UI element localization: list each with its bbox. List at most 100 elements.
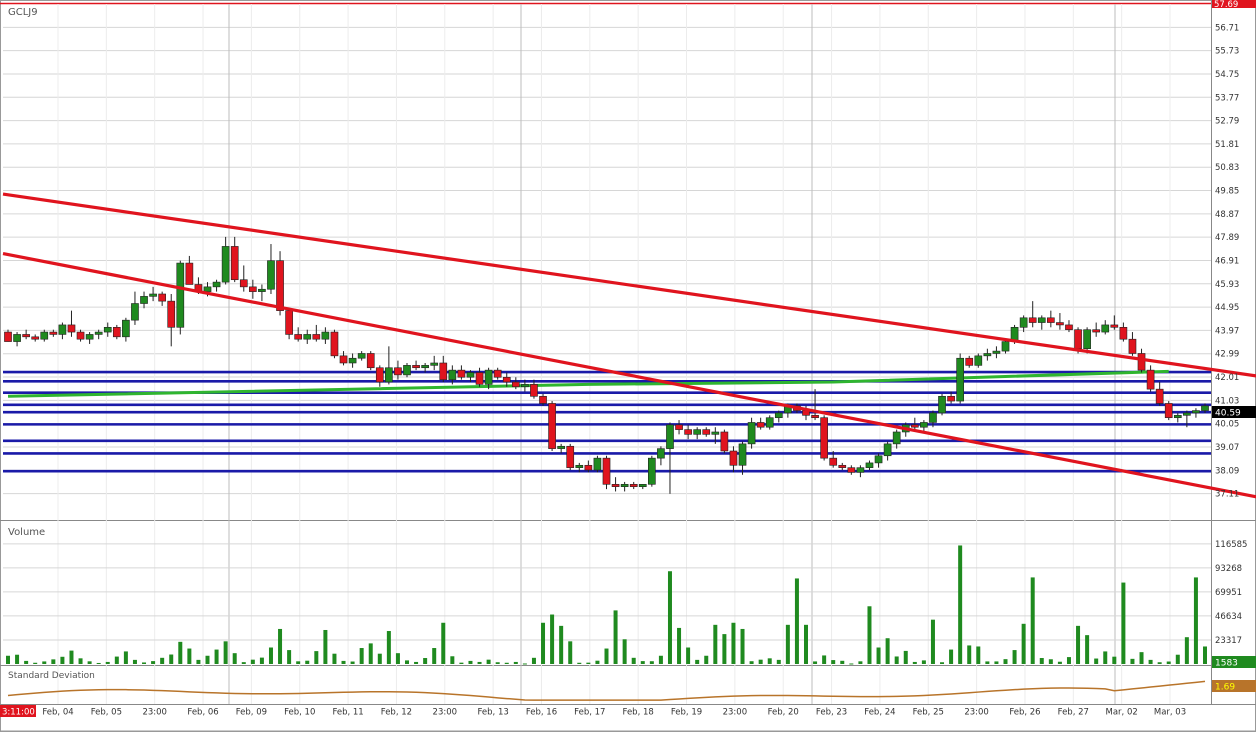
candle-up bbox=[385, 367, 393, 383]
time-tick-label: Feb, 23 bbox=[816, 708, 847, 718]
volume-bar bbox=[686, 647, 691, 664]
candle-up bbox=[1083, 329, 1091, 350]
candle-up bbox=[212, 281, 221, 288]
time-tick-label: Feb, 04 bbox=[42, 708, 73, 718]
price-tick-label: 42.01 bbox=[1215, 373, 1239, 383]
volume-bar bbox=[559, 625, 564, 664]
volume-bar bbox=[813, 661, 818, 664]
volume-bar bbox=[51, 659, 56, 664]
candle-down bbox=[457, 369, 466, 378]
candle-up bbox=[856, 467, 865, 473]
time-tick-label: Mar, 03 bbox=[1154, 708, 1186, 718]
candle-down bbox=[1047, 317, 1055, 323]
symbol-label: GCLJ9 bbox=[8, 7, 38, 18]
time-tick-label: Feb, 05 bbox=[91, 708, 122, 718]
volume-bar bbox=[178, 641, 183, 664]
candle-down bbox=[394, 367, 402, 376]
candle-up bbox=[13, 334, 21, 342]
volume-bar bbox=[541, 622, 546, 664]
candlestick-chart: 56.71 55.73 54.75 53.77 52.79 51.81 50.83 49.85… bbox=[0, 0, 1256, 732]
price-tick-label: 40.05 bbox=[1215, 420, 1239, 430]
candle-up bbox=[883, 443, 892, 457]
candle-down bbox=[838, 464, 847, 468]
candle-down bbox=[530, 384, 538, 397]
candle-up bbox=[1183, 412, 1191, 416]
volume-bar bbox=[613, 610, 618, 664]
candle-down bbox=[511, 381, 520, 388]
volume-bar bbox=[1184, 637, 1189, 664]
candle-up bbox=[657, 448, 665, 459]
candle-up bbox=[348, 357, 357, 364]
candle-down bbox=[493, 369, 502, 378]
volume-bar bbox=[921, 660, 926, 664]
candle-up bbox=[892, 431, 901, 445]
candle-down bbox=[675, 424, 683, 430]
volume-bar bbox=[232, 653, 237, 664]
candle-down bbox=[239, 279, 248, 288]
time-tick-label: Feb, 10 bbox=[284, 708, 315, 718]
volume-bar bbox=[531, 657, 536, 664]
volume-bar bbox=[368, 643, 373, 664]
candle-up bbox=[131, 303, 139, 321]
price-tick-label: 45.93 bbox=[1215, 280, 1239, 290]
volume-bar bbox=[332, 653, 337, 664]
volume-tick-label: 69951 bbox=[1215, 588, 1242, 598]
candle-up bbox=[103, 327, 112, 333]
candle-up bbox=[1037, 317, 1046, 323]
candle-down bbox=[475, 372, 484, 385]
chart-frame bbox=[0, 0, 1256, 732]
candle-down bbox=[67, 324, 76, 333]
volume-bar bbox=[214, 649, 219, 664]
candle-up bbox=[747, 422, 756, 445]
volume-bar bbox=[1130, 658, 1135, 664]
volume-bar bbox=[323, 629, 328, 664]
candle-down bbox=[230, 246, 239, 281]
candle-up bbox=[974, 355, 983, 366]
volume-bar bbox=[395, 653, 400, 664]
candle-up bbox=[956, 357, 964, 402]
volume-bar bbox=[577, 662, 582, 664]
volume-bar bbox=[1166, 661, 1171, 664]
candle-up bbox=[521, 384, 529, 388]
candle-up bbox=[992, 350, 1001, 354]
volume-bar bbox=[604, 648, 609, 664]
price-tick-label: 53.77 bbox=[1215, 93, 1239, 103]
price-tick-label: 52.79 bbox=[1215, 117, 1239, 127]
volume-bar bbox=[241, 662, 246, 664]
volume-bar bbox=[296, 661, 301, 664]
candle-up bbox=[94, 331, 103, 335]
candle-down bbox=[684, 429, 692, 435]
candle-down bbox=[1065, 324, 1073, 330]
top-price-text: 57.69 bbox=[1214, 0, 1238, 10]
volume-bar bbox=[1203, 646, 1207, 664]
candle-down bbox=[702, 429, 711, 435]
price-tick-label: 56.71 bbox=[1215, 23, 1239, 33]
volume-bar bbox=[804, 624, 808, 664]
volume-bar bbox=[958, 545, 963, 664]
candle-down bbox=[76, 331, 85, 340]
candle-up bbox=[1001, 341, 1010, 352]
volume-bar bbox=[1157, 662, 1162, 664]
volume-bar bbox=[713, 624, 718, 664]
candle-up bbox=[983, 353, 992, 357]
candle-up bbox=[620, 484, 629, 487]
volume-bar bbox=[187, 648, 192, 664]
volume-bar bbox=[758, 659, 763, 664]
candle-down bbox=[439, 362, 448, 380]
volume-bar bbox=[840, 660, 845, 664]
volume-bar bbox=[468, 660, 473, 664]
volume-bar bbox=[504, 662, 509, 664]
volume-bar bbox=[441, 622, 446, 664]
candle-up bbox=[258, 288, 266, 292]
candle-up bbox=[140, 296, 148, 304]
volume-bar bbox=[1175, 654, 1180, 664]
volume-bar bbox=[912, 661, 917, 664]
volume-bar bbox=[1139, 652, 1144, 664]
volume-bar bbox=[550, 614, 555, 664]
candle-down bbox=[1155, 388, 1164, 404]
time-tick-label: 23:00 bbox=[142, 708, 167, 718]
candle-down bbox=[1137, 353, 1146, 371]
volume-bar bbox=[459, 662, 464, 664]
time-tick-label: Feb, 20 bbox=[768, 708, 799, 718]
volume-bar bbox=[132, 659, 137, 664]
